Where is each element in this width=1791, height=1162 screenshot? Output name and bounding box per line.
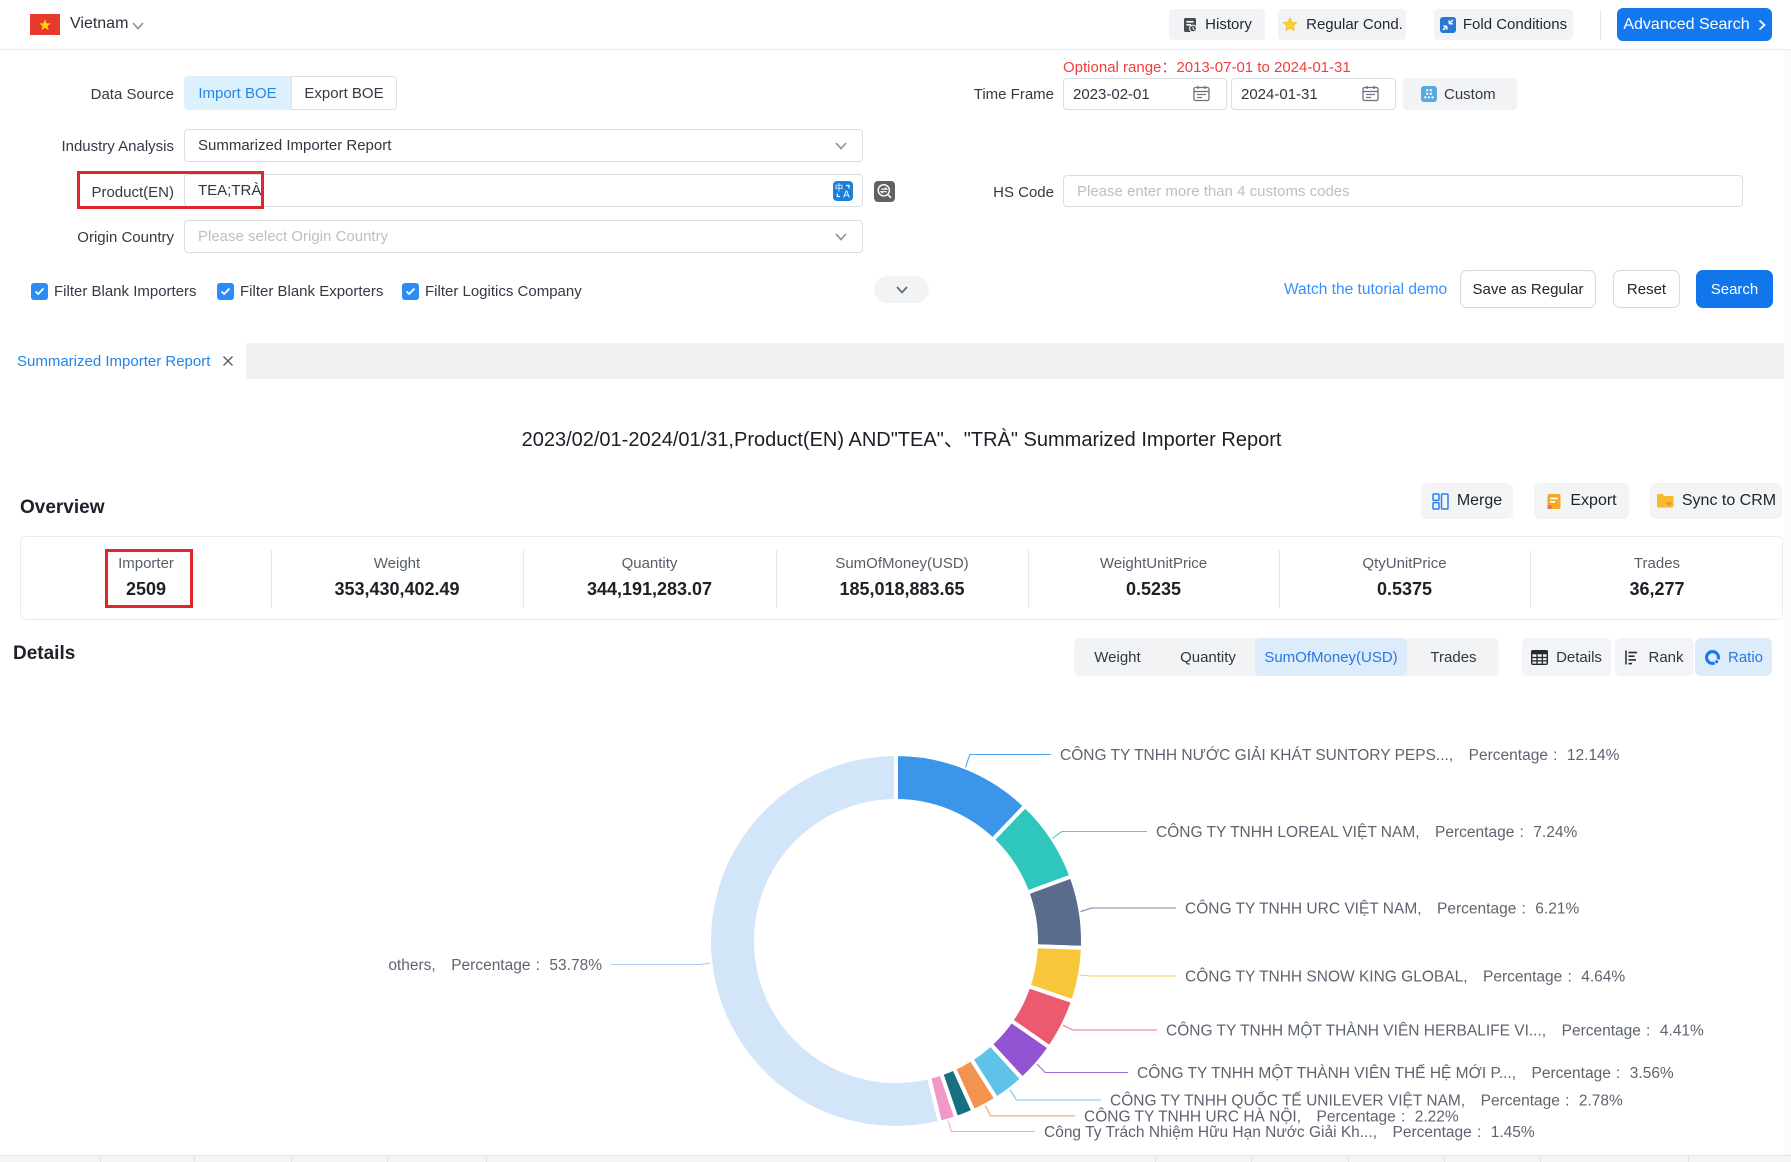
svg-text:CÔNG TY TNHH MỘT THÀNH VIÊN TH: CÔNG TY TNHH MỘT THÀNH VIÊN THẾ HỆ MỚI P… [1137, 1065, 1674, 1082]
svg-text:Công Ty Trách Nhiệm Hữu Hạn Nư: Công Ty Trách Nhiệm Hữu Hạn Nước Giải Kh… [1044, 1124, 1535, 1141]
svg-text:others, Percentage : 53.78%: others, Percentage : 53.78% [388, 957, 602, 974]
svg-text:CÔNG TY TNHH URC HÀ NỘI, Perce: CÔNG TY TNHH URC HÀ NỘI, Percentage : 2.… [1084, 1108, 1459, 1125]
svg-text:CÔNG TY TNHH SNOW KING GLOBAL,: CÔNG TY TNHH SNOW KING GLOBAL, Percentag… [1185, 969, 1625, 986]
svg-text:CÔNG TY TNHH NƯỚC GIẢI KHÁT SU: CÔNG TY TNHH NƯỚC GIẢI KHÁT SUNTORY PEPS… [1060, 747, 1620, 764]
svg-text:CÔNG TY TNHH QUỐC TẾ UNILEVER: CÔNG TY TNHH QUỐC TẾ UNILEVER VIỆT NAM, … [1110, 1092, 1623, 1110]
svg-text:CÔNG TY TNHH LOREAL VIỆT NAM,: CÔNG TY TNHH LOREAL VIỆT NAM, Percentage… [1156, 824, 1577, 841]
svg-text:CÔNG TY TNHH MỘT THÀNH VIÊN HE: CÔNG TY TNHH MỘT THÀNH VIÊN HERBALIFE VI… [1166, 1023, 1704, 1040]
svg-text:CÔNG TY TNHH URC VIỆT NAM, Per: CÔNG TY TNHH URC VIỆT NAM, Percentage : … [1185, 901, 1579, 918]
